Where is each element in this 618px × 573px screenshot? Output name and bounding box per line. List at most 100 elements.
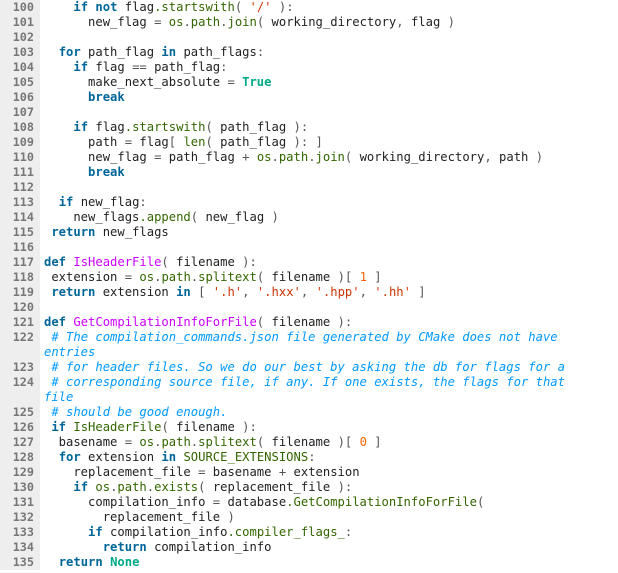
token: return [51,285,95,299]
line-number-gutter: 1001011021031041051061071081091101111121… [0,0,40,570]
line-number: 110 [0,150,34,165]
token: if [51,420,66,434]
token: path [161,435,190,449]
line-number: 101 [0,15,34,30]
line-number: 108 [0,120,34,135]
token: working_directory [272,15,397,29]
token: filename [176,420,242,434]
line-number: 118 [0,270,34,285]
token: path_flags [176,45,257,59]
token: ( [257,435,272,449]
token: ): [272,0,294,14]
token: if [88,525,103,539]
token: [ [169,135,184,149]
token: if [73,0,88,14]
token: splitext [198,435,257,449]
token: = [213,495,228,509]
code-line: def IsHeaderFile( filename ): [44,255,618,270]
token [44,120,73,134]
token: , [396,15,403,29]
token [44,0,73,14]
token: flag [117,0,154,14]
token: in [176,285,191,299]
token: ) [272,210,279,224]
token: : [257,45,264,59]
line-number: 103 [0,45,34,60]
token: '.hh' [374,285,411,299]
token: extension [294,465,360,479]
token: os [139,435,154,449]
token: + [279,465,294,479]
line-number: 121 [0,315,34,330]
code-line: if os.path.exists( replacement_file ): [44,480,618,495]
token [44,450,59,464]
token: os [257,150,272,164]
token: ): [286,120,308,134]
token: not [95,0,117,14]
token: join [316,150,345,164]
token: ( [198,480,213,494]
token [44,525,88,539]
token: IsHeaderFile [73,255,161,269]
token: path [279,150,308,164]
line-number: 105 [0,75,34,90]
token: .GetCompilationInfoForFile [286,495,477,509]
token: path [161,270,190,284]
line-number: 114 [0,210,34,225]
code-line: break [44,165,618,180]
token: flag [88,60,132,74]
token: .startswith [125,120,206,134]
line-number: 112 [0,180,34,195]
code-line: compilation_info = database.GetCompilati… [44,495,618,510]
token: '.h' [213,285,242,299]
token: path [191,15,220,29]
line-number: 122 [0,330,34,345]
code-line: break [44,90,618,105]
line-number: 125 [0,405,34,420]
token: IsHeaderFile [73,420,161,434]
code-line: # The compilation_commands.json file gen… [44,330,618,345]
token: working_directory [360,150,485,164]
token: return [59,555,103,569]
code-line: return compilation_info [44,540,618,555]
code-line: basename = os.path.splitext( filename )[… [44,435,618,450]
token: = [154,15,169,29]
line-number: 134 [0,540,34,555]
line-number: 126 [0,420,34,435]
line-number: 133 [0,525,34,540]
token: ( [205,135,220,149]
token: path [44,135,125,149]
token: )[ [338,435,360,449]
token: : [220,60,227,74]
token: . [308,150,315,164]
code-line: if flag.startswith( path_flag ): [44,120,618,135]
code-line: extension = os.path.splitext( filename )… [44,270,618,285]
code-line: return extension in [ '.h', '.hxx', '.hp… [44,285,618,300]
token: ( [161,255,176,269]
token [44,555,59,569]
token: ( [235,0,250,14]
line-number: 127 [0,435,34,450]
token: = [198,465,213,479]
token: path_flag [81,45,162,59]
token: os [139,270,154,284]
code-line [44,240,618,255]
token: ( [345,150,360,164]
code-line: # corresponding source file, if any. If … [44,375,618,390]
line-number: 135 [0,555,34,570]
token: , [484,150,491,164]
code-line: new_flag = os.path.join( working_directo… [44,15,618,30]
token: = [154,150,169,164]
token: os [169,15,184,29]
token: = [125,135,140,149]
line-number: 132 [0,510,34,525]
code-line: # should be good enough. [44,405,618,420]
token: basename [44,435,125,449]
token: compilation_info [44,495,213,509]
token: flag [88,120,125,134]
token: def [44,255,66,269]
token: [ [191,285,213,299]
token: # corresponding source file, if any. If … [51,375,565,389]
token: + [242,150,257,164]
line-number: 102 [0,30,34,45]
